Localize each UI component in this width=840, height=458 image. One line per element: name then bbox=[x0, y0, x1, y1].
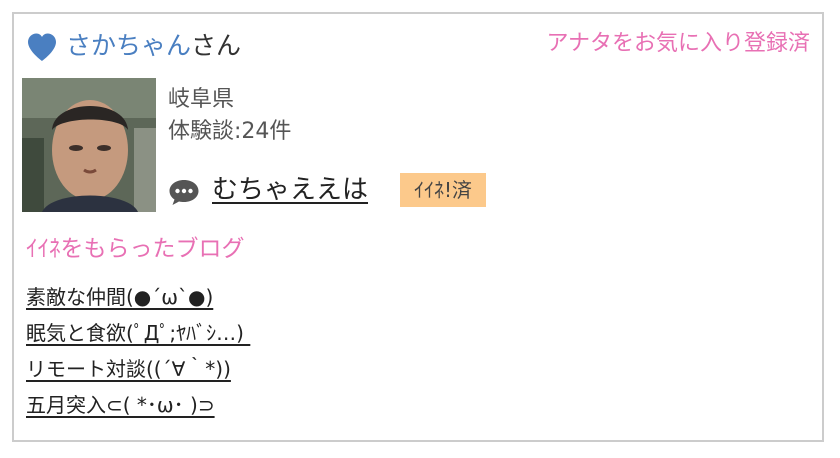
blog-link[interactable]: 五月突入⊂( *･ω･ )⊃ bbox=[26, 393, 215, 417]
list-item: 眠気と食欲(ﾟДﾟ;ﾔﾊﾞｼ…) bbox=[26, 316, 250, 352]
avatar[interactable] bbox=[22, 78, 156, 212]
latest-post-link[interactable]: むちゃええは bbox=[212, 170, 368, 210]
blog-link[interactable]: リモート対談((´∀｀*)) bbox=[26, 357, 231, 381]
heart-icon bbox=[28, 33, 56, 61]
blog-link[interactable]: 素敵な仲間(●´ω`●) bbox=[26, 285, 213, 309]
user-honorific: さん bbox=[191, 31, 242, 60]
list-item: リモート対談((´∀｀*)) bbox=[26, 352, 250, 388]
speech-bubble-icon bbox=[169, 180, 199, 205]
liked-blogs-heading: ｲｲﾈをもらったブログ bbox=[26, 236, 245, 262]
user-name-link[interactable]: さかちゃん bbox=[66, 31, 191, 60]
profile-info: 岐阜県 体験談:24件 bbox=[168, 84, 291, 148]
liked-blogs-list: 素敵な仲間(●´ω`●) 眠気と食欲(ﾟДﾟ;ﾔﾊﾞｼ…) リモート対談((´∀… bbox=[26, 280, 250, 424]
user-profile-card: さかちゃんさん アナタをお気に入り登録済 岐阜県 体験談:24件 むちゃええは bbox=[12, 12, 824, 442]
user-prefecture: 岐阜県 bbox=[168, 87, 235, 112]
list-item: 素敵な仲間(●´ω`●) bbox=[26, 280, 250, 316]
like-badge: ｲｲﾈ!済 bbox=[400, 173, 487, 207]
avatar-photo bbox=[22, 78, 156, 212]
username[interactable]: さかちゃんさん bbox=[66, 28, 241, 64]
review-count: 体験談:24件 bbox=[168, 119, 292, 144]
favorite-status-label: アナタをお気に入り登録済 bbox=[546, 31, 810, 56]
list-item: 五月突入⊂( *･ω･ )⊃ bbox=[26, 388, 250, 424]
blog-link[interactable]: 眠気と食欲(ﾟДﾟ;ﾔﾊﾞｼ…) bbox=[26, 321, 250, 345]
card-header: さかちゃんさん アナタをお気に入り登録済 bbox=[26, 28, 810, 64]
